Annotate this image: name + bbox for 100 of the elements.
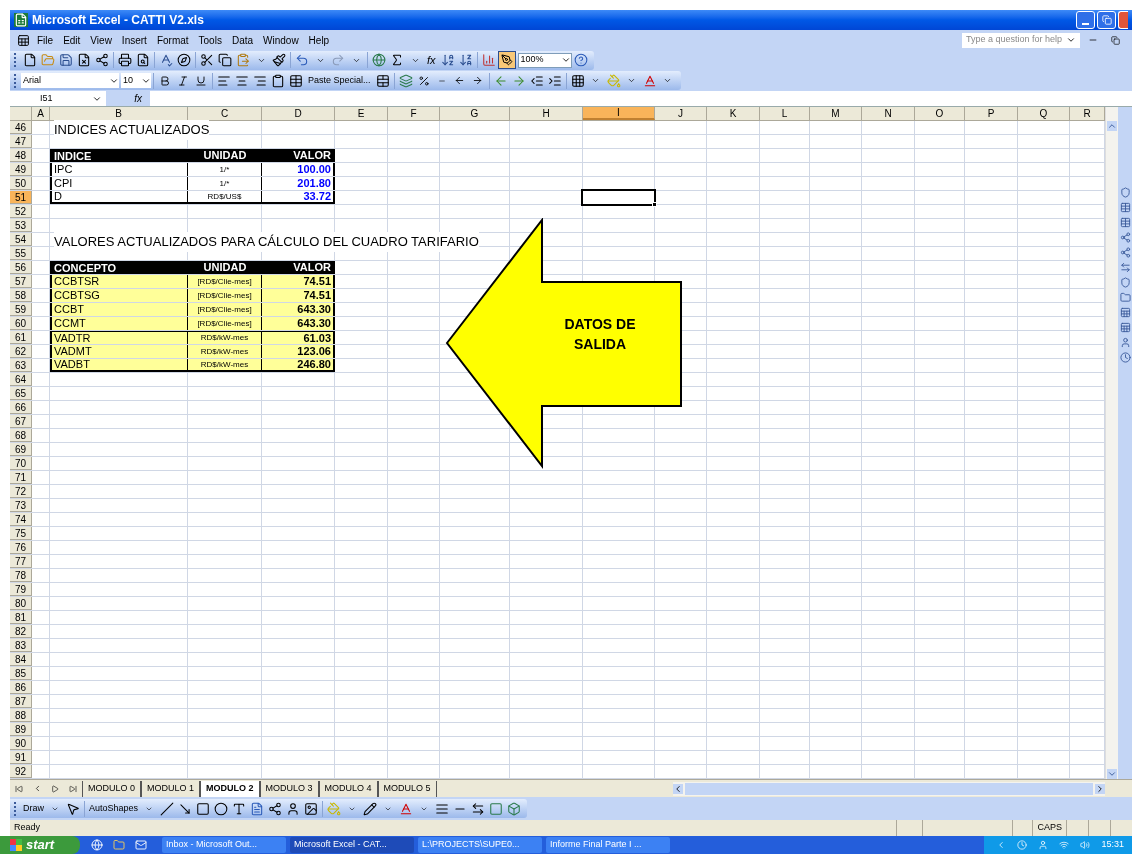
- table-icon[interactable]: [1119, 217, 1131, 228]
- paintbrush-icon[interactable]: [270, 51, 288, 69]
- row-header[interactable]: 63: [10, 359, 32, 372]
- row-header[interactable]: 49: [10, 163, 32, 176]
- font-dropdown[interactable]: Arial: [21, 73, 119, 88]
- sheet-tab[interactable]: MODULO 5: [377, 780, 437, 797]
- row-header[interactable]: 81: [10, 611, 32, 624]
- row-header[interactable]: 73: [10, 499, 32, 512]
- person-icon[interactable]: [1119, 337, 1131, 348]
- paste-special-button[interactable]: Paste Special...: [305, 73, 374, 88]
- copy-icon[interactable]: [216, 51, 234, 69]
- row-header[interactable]: 88: [10, 709, 32, 722]
- row-header[interactable]: 83: [10, 639, 32, 652]
- row-header[interactable]: 54: [10, 233, 32, 246]
- shield-icon[interactable]: [1119, 277, 1131, 288]
- menu-item[interactable]: Tools: [193, 32, 227, 48]
- row-header[interactable]: 86: [10, 681, 32, 694]
- row-header[interactable]: 46: [10, 121, 32, 134]
- clock-icon[interactable]: [1119, 352, 1131, 363]
- draw-menu-button[interactable]: Draw: [21, 801, 46, 816]
- taskbar-button[interactable]: Microsoft Excel - CAT...: [290, 837, 414, 853]
- sheet-tab[interactable]: MODULO 0: [82, 780, 141, 797]
- column-header[interactable]: F: [388, 107, 440, 120]
- column-header[interactable]: G: [440, 107, 510, 120]
- column-header[interactable]: I: [583, 107, 655, 120]
- row-header[interactable]: 57: [10, 275, 32, 288]
- function-label[interactable]: fx: [134, 91, 142, 106]
- menu-item[interactable]: Format: [151, 32, 194, 48]
- row-header[interactable]: 68: [10, 429, 32, 442]
- row-header[interactable]: 77: [10, 555, 32, 568]
- row-header[interactable]: 61: [10, 331, 32, 344]
- row-header[interactable]: 70: [10, 457, 32, 470]
- grid-icon[interactable]: [1119, 322, 1131, 333]
- menu-item[interactable]: Edit: [58, 32, 86, 48]
- column-header[interactable]: D: [262, 107, 335, 120]
- browser-icon[interactable]: [88, 836, 106, 854]
- row-header[interactable]: 92: [10, 765, 32, 778]
- globe-icon[interactable]: [370, 51, 388, 69]
- row-header[interactable]: 47: [10, 135, 32, 148]
- row-header[interactable]: 53: [10, 219, 32, 232]
- sheet-tab[interactable]: MODULO 3: [259, 780, 319, 797]
- row-header[interactable]: 79: [10, 583, 32, 596]
- column-header[interactable]: M: [810, 107, 862, 120]
- row-header[interactable]: 80: [10, 597, 32, 610]
- sheet-tab[interactable]: MODULO 4: [318, 780, 378, 797]
- printer-icon[interactable]: [116, 51, 134, 69]
- row-header[interactable]: 69: [10, 443, 32, 456]
- table-icon[interactable]: [1119, 202, 1131, 213]
- arrows-icon[interactable]: [1119, 262, 1131, 273]
- menu-item[interactable]: Help: [303, 32, 335, 48]
- row-header[interactable]: 71: [10, 471, 32, 484]
- help-search-field[interactable]: Type a question for help: [962, 32, 1080, 48]
- row-header[interactable]: 64: [10, 373, 32, 386]
- row-header[interactable]: 58: [10, 289, 32, 302]
- row-header[interactable]: 74: [10, 513, 32, 526]
- grid-icon[interactable]: [1119, 307, 1131, 318]
- column-header[interactable]: L: [760, 107, 810, 120]
- active-cell-outline[interactable]: [581, 189, 656, 206]
- column-header[interactable]: A: [32, 107, 50, 120]
- close-button[interactable]: [1118, 11, 1128, 29]
- font-size-dropdown[interactable]: 10: [121, 73, 151, 88]
- menu-item[interactable]: Insert: [116, 32, 152, 48]
- row-header[interactable]: 50: [10, 177, 32, 190]
- sheet-tab[interactable]: MODULO 1: [141, 780, 201, 797]
- row-header[interactable]: 67: [10, 415, 32, 428]
- share-icon[interactable]: [93, 51, 111, 69]
- restore-button[interactable]: [1097, 11, 1116, 29]
- vertical-scrollbar[interactable]: [1105, 107, 1118, 779]
- row-header[interactable]: 59: [10, 303, 32, 316]
- column-header[interactable]: J: [655, 107, 707, 120]
- sheet-tab[interactable]: MODULO 2: [200, 780, 260, 797]
- taskbar-button[interactable]: Inbox - Microsoft Out...: [162, 837, 286, 853]
- menu-item[interactable]: Data: [226, 32, 259, 48]
- row-header[interactable]: 85: [10, 667, 32, 680]
- drawing-toggle-button[interactable]: [497, 51, 516, 69]
- function-icon[interactable]: fx: [424, 51, 439, 69]
- row-header[interactable]: 90: [10, 737, 32, 750]
- column-header[interactable]: K: [707, 107, 760, 120]
- row-header[interactable]: 55: [10, 247, 32, 260]
- column-header[interactable]: P: [965, 107, 1018, 120]
- menu-item[interactable]: Window: [258, 32, 304, 48]
- autoshapes-menu-button[interactable]: AutoShapes: [87, 801, 141, 816]
- row-header[interactable]: 66: [10, 401, 32, 414]
- row-header[interactable]: 51: [10, 191, 32, 204]
- row-header[interactable]: 76: [10, 541, 32, 554]
- row-header[interactable]: 84: [10, 653, 32, 666]
- row-header[interactable]: 89: [10, 723, 32, 736]
- row-header[interactable]: 62: [10, 345, 32, 358]
- horizontal-scrollbar[interactable]: [673, 781, 1105, 796]
- taskbar-button[interactable]: L:\PROJECTS\SUPE0...: [418, 837, 542, 853]
- column-header[interactable]: N: [862, 107, 915, 120]
- minimize-button[interactable]: [1076, 11, 1095, 29]
- shield-icon[interactable]: [1119, 187, 1131, 198]
- row-header[interactable]: 75: [10, 527, 32, 540]
- taskbar-button[interactable]: Informe Final Parte I ...: [546, 837, 670, 853]
- row-header[interactable]: 87: [10, 695, 32, 708]
- start-button[interactable]: start: [0, 836, 80, 854]
- row-header[interactable]: 56: [10, 261, 32, 274]
- folder-icon[interactable]: [1119, 292, 1131, 303]
- row-header[interactable]: 72: [10, 485, 32, 498]
